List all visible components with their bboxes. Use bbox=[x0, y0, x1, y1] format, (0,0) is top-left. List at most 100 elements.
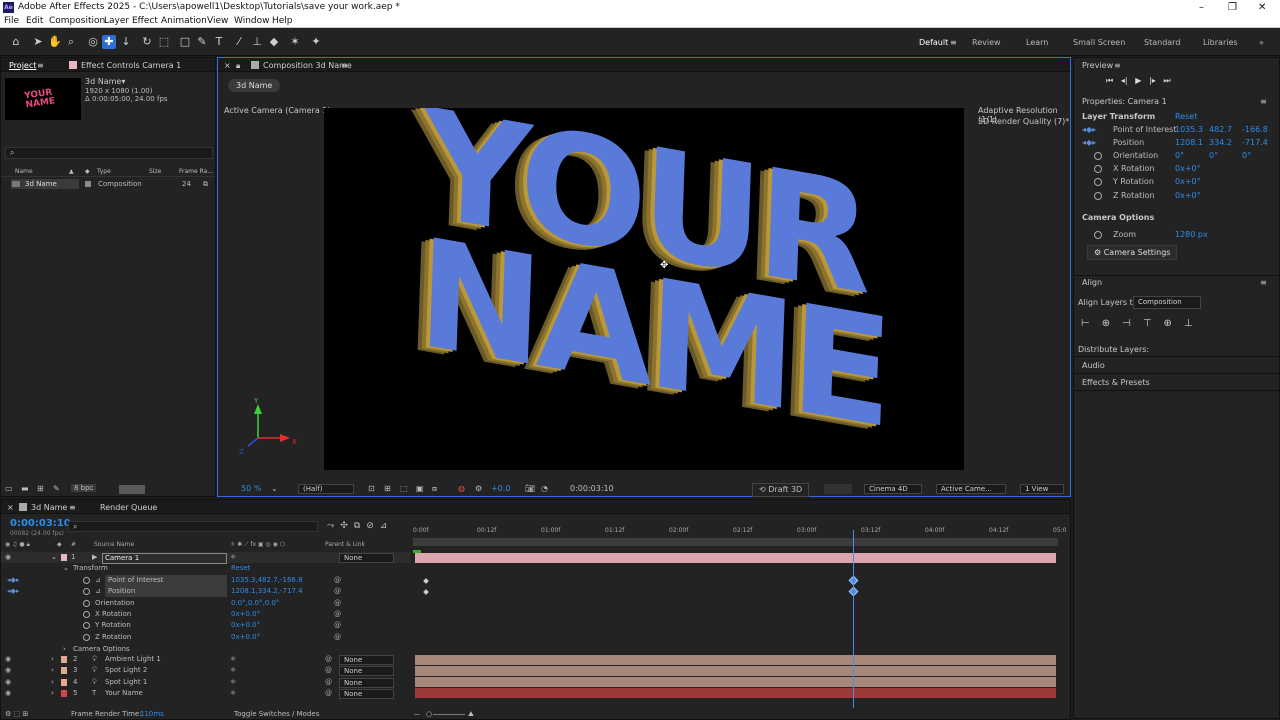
keyframe-nav-icon[interactable]: ◂◆▸ bbox=[1082, 124, 1096, 136]
panel-menu-icon[interactable]: ≡ bbox=[1114, 61, 1121, 70]
align-top-icon[interactable]: ⊤ bbox=[1143, 318, 1164, 329]
effects-presets-tab[interactable]: Effects & Presets bbox=[1082, 378, 1150, 387]
zoom-out-icon[interactable]: ⏤ bbox=[414, 708, 420, 720]
layer-name[interactable]: Your Name bbox=[105, 688, 143, 699]
menu-view[interactable]: View bbox=[207, 15, 228, 28]
camera-settings-button[interactable]: ⚙ Camera Settings bbox=[1087, 245, 1178, 260]
z-rotation-value[interactable]: 0x+0° bbox=[1175, 190, 1201, 202]
renderer-dropdown[interactable]: Cinema 4D bbox=[864, 484, 922, 494]
graph-icon[interactable]: ⊿ bbox=[95, 575, 101, 586]
layer-label-color[interactable] bbox=[61, 554, 67, 561]
stopwatch-icon[interactable] bbox=[1094, 192, 1102, 200]
stopwatch-icon[interactable] bbox=[83, 633, 90, 641]
puppet-tool-icon[interactable]: ✦ bbox=[309, 35, 323, 49]
spot-light-2-bar[interactable] bbox=[415, 666, 1056, 676]
panel-menu-icon[interactable]: ≡ bbox=[341, 61, 348, 70]
timeline-search-input[interactable]: ⌕ bbox=[68, 521, 318, 532]
type-tool-icon[interactable]: T bbox=[212, 35, 226, 49]
last-frame-icon[interactable]: ⏭ bbox=[1163, 76, 1170, 85]
position-y[interactable]: 334.2 bbox=[1209, 137, 1232, 149]
prev-frame-icon[interactable]: ◂| bbox=[1121, 76, 1128, 85]
more-workspaces-icon[interactable]: » bbox=[1259, 38, 1264, 47]
menu-animation[interactable]: Animation bbox=[161, 15, 207, 28]
workspace-default[interactable]: Default bbox=[919, 38, 948, 47]
toggle-channels-icon[interactable]: ⧈ bbox=[432, 482, 437, 496]
layer-row[interactable]: ◉ › 4 💡︎ Spot Light 1 ⚛ @ None bbox=[1, 677, 411, 688]
toggle-switches-modes[interactable]: Toggle Switches / Modes bbox=[234, 708, 319, 720]
parent-dropdown[interactable]: None bbox=[339, 655, 394, 665]
project-tab[interactable]: Project bbox=[9, 61, 36, 70]
keyframe-nav-icon[interactable]: ◂◆▸ bbox=[7, 586, 19, 597]
align-vcenter-icon[interactable]: ⊕ bbox=[1164, 318, 1184, 329]
home-icon[interactable]: ⌂ bbox=[9, 35, 23, 49]
camera-view-dropdown[interactable]: Active Came... bbox=[936, 484, 1006, 494]
layer-row[interactable]: ◉ › 3 💡︎ Spot Light 2 ⚛ @ None bbox=[1, 665, 411, 677]
layer-label-color[interactable] bbox=[61, 656, 67, 663]
stopwatch-icon[interactable] bbox=[83, 577, 90, 584]
property-value[interactable]: 0x+0.0° bbox=[231, 620, 260, 631]
view-layout-dropdown[interactable]: 1 View bbox=[1020, 484, 1064, 494]
property-value[interactable]: 1208.1,334.2,-717.4 bbox=[231, 586, 303, 597]
preview-tab[interactable]: Preview bbox=[1082, 61, 1113, 70]
3d-layer-switch-icon[interactable]: ⚛ bbox=[230, 665, 236, 676]
pick-whip-icon[interactable]: @ bbox=[334, 620, 341, 631]
3d-layer-switch-icon[interactable]: ⚛ bbox=[230, 688, 236, 699]
frame-blending-icon[interactable]: ⊘ bbox=[366, 521, 380, 531]
close-tab-icon[interactable]: × bbox=[224, 61, 231, 70]
layer-name[interactable]: Ambient Light 1 bbox=[105, 654, 161, 665]
stopwatch-icon[interactable] bbox=[1094, 231, 1102, 239]
keyframe-nav-icon[interactable]: ◂◆▸ bbox=[7, 575, 19, 586]
align-hcenter-icon[interactable]: ⊕ bbox=[1102, 318, 1122, 329]
camera-layer-bar[interactable] bbox=[415, 553, 1056, 563]
x-rotation-value[interactable]: 0x+0° bbox=[1175, 163, 1201, 175]
selection-tool-icon[interactable]: ➤ bbox=[31, 35, 45, 49]
zoom-value[interactable]: 1280 px bbox=[1175, 229, 1208, 241]
panel-menu-icon[interactable]: ≡ bbox=[1260, 97, 1267, 106]
expand-chevron-icon[interactable]: › bbox=[51, 654, 54, 665]
graph-editor-icon[interactable]: ⊿ bbox=[380, 521, 394, 531]
transform-group-row[interactable]: ⌄ Transform Reset bbox=[1, 563, 411, 574]
parent-dropdown[interactable]: None bbox=[339, 553, 394, 563]
menu-layer[interactable]: Layer bbox=[104, 15, 129, 28]
layer-row-camera[interactable]: ◉ ⌄ 1 ▶ Camera 1 ⚛ None bbox=[1, 552, 411, 564]
work-area-bar[interactable] bbox=[413, 538, 1058, 546]
visibility-eye-icon[interactable]: ◉ bbox=[5, 678, 13, 685]
draft-3d-icon[interactable]: ✣ bbox=[340, 521, 354, 531]
composition-viewer[interactable]: YOUR NAME ✥ bbox=[324, 108, 964, 470]
time-ruler[interactable]: 0:00f 00:12f 01:00f 01:12f 02:00f 02:12f 03:00… bbox=[413, 522, 1066, 536]
position-x[interactable]: 1208.1 bbox=[1175, 137, 1203, 149]
panel-menu-icon[interactable]: ≡ bbox=[69, 503, 76, 512]
color-management-icon[interactable]: ⚙ bbox=[475, 482, 482, 496]
panel-menu-icon[interactable]: ≡ bbox=[1260, 278, 1267, 287]
rotate-tool-icon[interactable]: ↻ bbox=[140, 35, 154, 49]
layer-name[interactable]: Spot Light 1 bbox=[105, 677, 147, 688]
expand-chevron-icon[interactable]: › bbox=[51, 688, 54, 699]
orientation-x[interactable]: 0° bbox=[1175, 150, 1184, 162]
playhead[interactable] bbox=[852, 530, 854, 708]
parent-dropdown[interactable]: None bbox=[339, 666, 394, 677]
footer-icons[interactable]: ⚙ ⬚ ⊞ bbox=[5, 708, 28, 720]
orientation-z[interactable]: 0° bbox=[1242, 150, 1251, 162]
y-rotation-value[interactable]: 0x+0° bbox=[1175, 176, 1201, 188]
pick-whip-icon[interactable]: @ bbox=[325, 665, 332, 676]
close-tab-icon[interactable]: × bbox=[7, 503, 14, 512]
draft-3d-toggle[interactable]: ⟲ Draft 3D bbox=[752, 483, 810, 497]
stopwatch-icon[interactable] bbox=[83, 610, 90, 618]
pick-whip-icon[interactable]: @ bbox=[334, 598, 341, 609]
zoom-tool-icon[interactable]: ⌕ bbox=[64, 35, 78, 49]
snapshot-icon[interactable]: 📷︎ bbox=[525, 482, 535, 496]
exposure-value[interactable]: +0.0 bbox=[491, 482, 510, 496]
pen-tool-icon[interactable]: ✎ bbox=[195, 35, 209, 49]
region-of-interest-icon[interactable]: ⊡ bbox=[368, 482, 375, 496]
pick-whip-icon[interactable]: @ bbox=[325, 677, 332, 688]
first-frame-icon[interactable]: ⏮ bbox=[1106, 76, 1113, 85]
current-time-display[interactable]: 0:00:03:10 bbox=[570, 482, 614, 496]
visibility-eye-icon[interactable]: ◉ bbox=[5, 554, 13, 561]
align-left-icon[interactable]: ⊢ bbox=[1081, 318, 1102, 329]
ambient-light-bar[interactable] bbox=[415, 655, 1056, 665]
lock-icon[interactable]: 🔒︎ bbox=[236, 61, 240, 71]
next-frame-icon[interactable]: |▸ bbox=[1149, 76, 1156, 85]
property-value[interactable]: 0.0°,0.0°,0.0° bbox=[231, 598, 279, 609]
3d-layer-switch-icon[interactable]: ⚛ bbox=[230, 654, 236, 665]
visibility-eye-icon[interactable]: ◉ bbox=[5, 689, 13, 696]
